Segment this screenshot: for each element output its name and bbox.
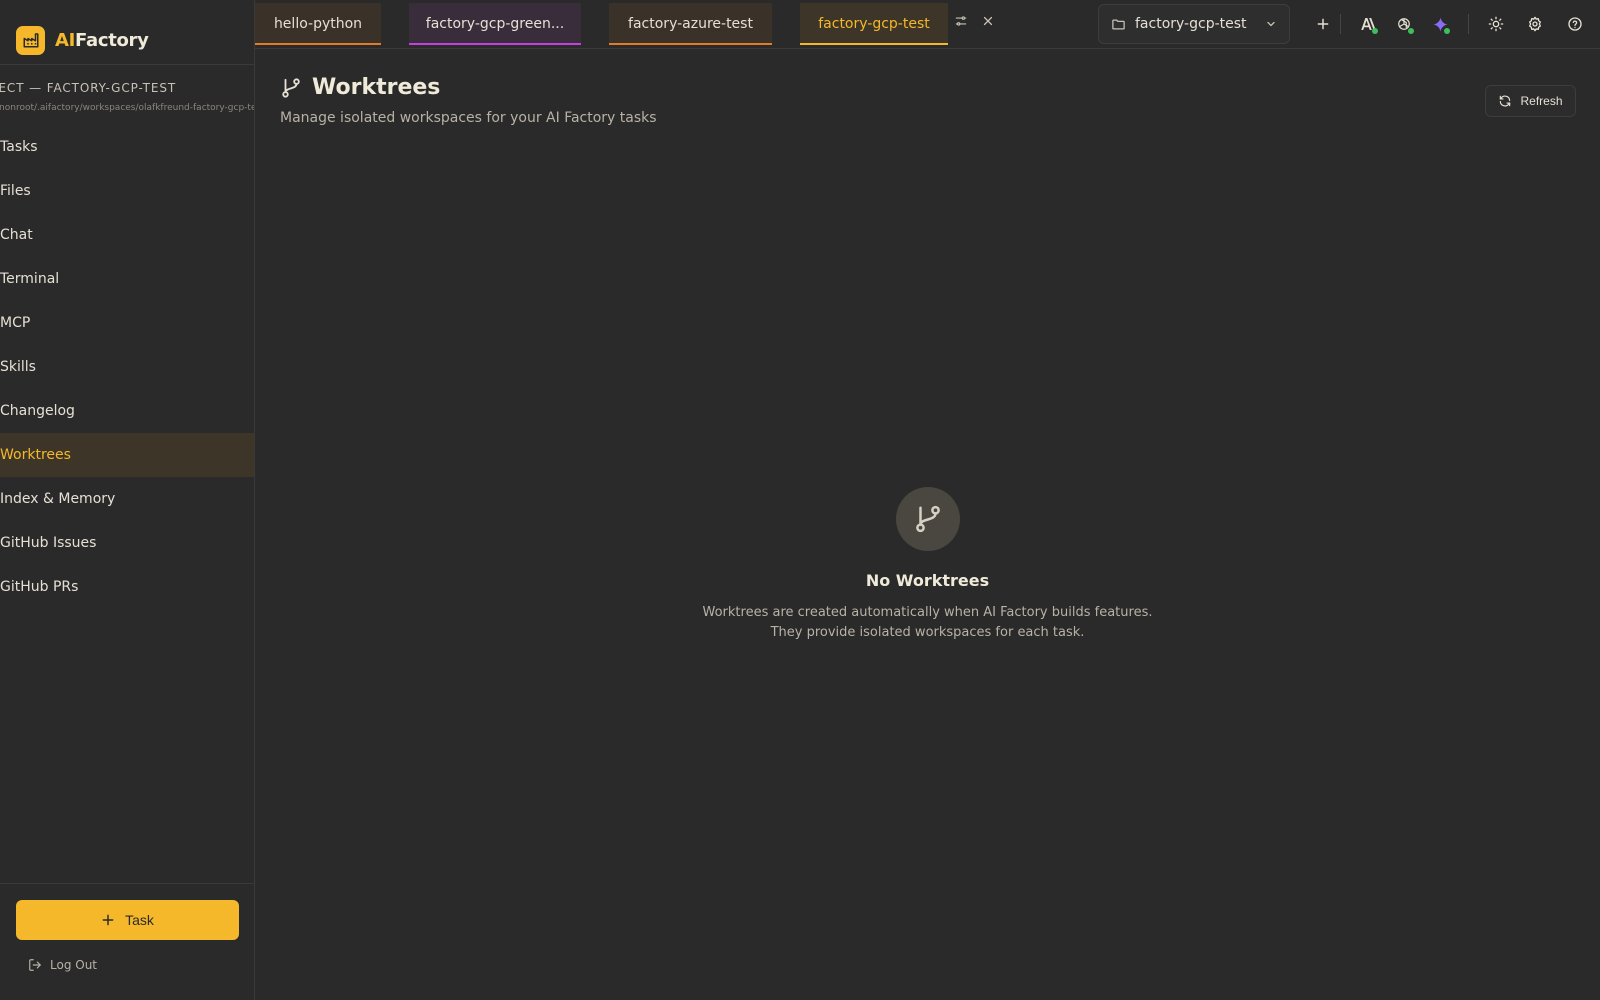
status-dot: [1444, 28, 1450, 34]
empty-state-title: No Worktrees: [865, 571, 990, 590]
tab-hello-python[interactable]: hello-python: [255, 3, 381, 45]
tab-label: hello-python: [273, 16, 363, 32]
brand-name: AIFactory: [55, 29, 149, 51]
tab-factory-azure-test[interactable]: factory-azure-test: [609, 3, 772, 45]
brand[interactable]: AIFactory: [16, 25, 149, 55]
empty-state-line-1: Worktrees are created automatically when…: [702, 605, 1153, 620]
main-content: Worktrees Manage isolated workspaces for…: [255, 49, 1600, 1000]
sidebar-item-mcp[interactable]: MCP: [0, 301, 254, 345]
sidebar-item-files[interactable]: Files: [0, 169, 254, 213]
page-subtitle: Manage isolated workspaces for your AI F…: [280, 110, 657, 126]
logout-label: Log Out: [50, 958, 98, 972]
logout-button[interactable]: Log Out: [28, 958, 97, 972]
refresh-label: Refresh: [1520, 94, 1563, 108]
sidebar: AIFactory JECT — FACTORY-GCP-TEST /nonro…: [0, 0, 255, 1000]
sidebar-footer-divider: [0, 883, 254, 884]
chevron-down-icon: [1267, 21, 1275, 27]
project-path: /nonroot/.aifactory/workspaces/olafkfreu…: [0, 103, 255, 113]
tab-tools: [954, 14, 994, 28]
sidebar-item-changelog[interactable]: Changelog: [0, 389, 254, 433]
page-header: Worktrees: [280, 75, 440, 100]
sidebar-item-worktrees[interactable]: Worktrees: [0, 433, 254, 477]
gear-icon: [1529, 16, 1541, 32]
close-tab-icon[interactable]: [982, 15, 994, 27]
status-dot: [1408, 28, 1414, 34]
tab-label: factory-gcp-green...: [425, 16, 565, 32]
new-task-label: Task: [125, 912, 154, 928]
empty-state-line-2: They provide isolated workspaces for eac…: [770, 625, 1085, 640]
sidebar-item-github-issues[interactable]: GitHub Issues: [0, 521, 254, 565]
sidebar-item-index-memory[interactable]: Index & Memory: [0, 477, 254, 521]
top-bar: hello-python factory-gcp-green... factor…: [255, 0, 1600, 49]
git-branch-icon: [282, 77, 300, 98]
refresh-icon: [1500, 95, 1511, 107]
plus-icon: [1317, 18, 1329, 30]
logout-icon: [29, 959, 41, 971]
refresh-button[interactable]: Refresh: [1485, 85, 1576, 117]
tab-color-bar: [800, 43, 948, 45]
tab-color-bar: [255, 43, 381, 45]
project-select-value: factory-gcp-test: [1135, 16, 1247, 32]
sidebar-item-chat[interactable]: Chat: [0, 213, 254, 257]
add-project-button[interactable]: [1313, 14, 1333, 34]
settings-button[interactable]: [1525, 14, 1545, 34]
help-button[interactable]: [1565, 14, 1585, 34]
gemini-provider-button[interactable]: [1430, 14, 1450, 34]
openai-provider-button[interactable]: [1394, 14, 1414, 34]
sidebar-nav: Tasks Files Chat Terminal MCP Skills Cha…: [0, 125, 254, 609]
toolbar-divider: [1340, 14, 1341, 34]
plus-icon: [102, 914, 114, 926]
tab-color-bar: [409, 43, 581, 45]
status-dot: [1372, 28, 1378, 34]
tab-factory-gcp-test[interactable]: factory-gcp-test: [800, 3, 948, 45]
sidebar-item-github-prs[interactable]: GitHub PRs: [0, 565, 254, 609]
sidebar-item-tasks[interactable]: Tasks: [0, 125, 254, 169]
tab-factory-gcp-green[interactable]: factory-gcp-green...: [409, 3, 581, 45]
new-task-button[interactable]: Task: [16, 900, 239, 940]
brand-divider: [0, 64, 254, 65]
toolbar-divider: [1468, 14, 1469, 34]
sidebar-item-terminal[interactable]: Terminal: [0, 257, 254, 301]
tab-settings-icon[interactable]: [954, 14, 968, 28]
tab-label: factory-azure-test: [628, 16, 753, 32]
sun-icon: [1488, 16, 1504, 32]
empty-state-badge: [895, 487, 960, 551]
empty-state-description: Worktrees are created automatically when…: [255, 603, 1600, 643]
page-title: Worktrees: [312, 75, 441, 100]
theme-toggle-button[interactable]: [1486, 14, 1506, 34]
factory-logo-icon: [16, 25, 45, 55]
app-root: AIFactory JECT — FACTORY-GCP-TEST /nonro…: [0, 0, 1600, 1000]
git-branch-icon: [915, 505, 940, 533]
anthropic-provider-button[interactable]: [1358, 14, 1378, 34]
folder-icon: [1112, 19, 1125, 29]
tab-label: factory-gcp-test: [818, 16, 930, 32]
project-title: JECT — FACTORY-GCP-TEST: [0, 81, 177, 95]
tab-color-bar: [609, 43, 772, 45]
sidebar-item-skills[interactable]: Skills: [0, 345, 254, 389]
empty-state: No Worktrees Worktrees are created autom…: [255, 487, 1600, 643]
help-icon: [1568, 17, 1582, 31]
project-select[interactable]: factory-gcp-test: [1098, 4, 1290, 44]
